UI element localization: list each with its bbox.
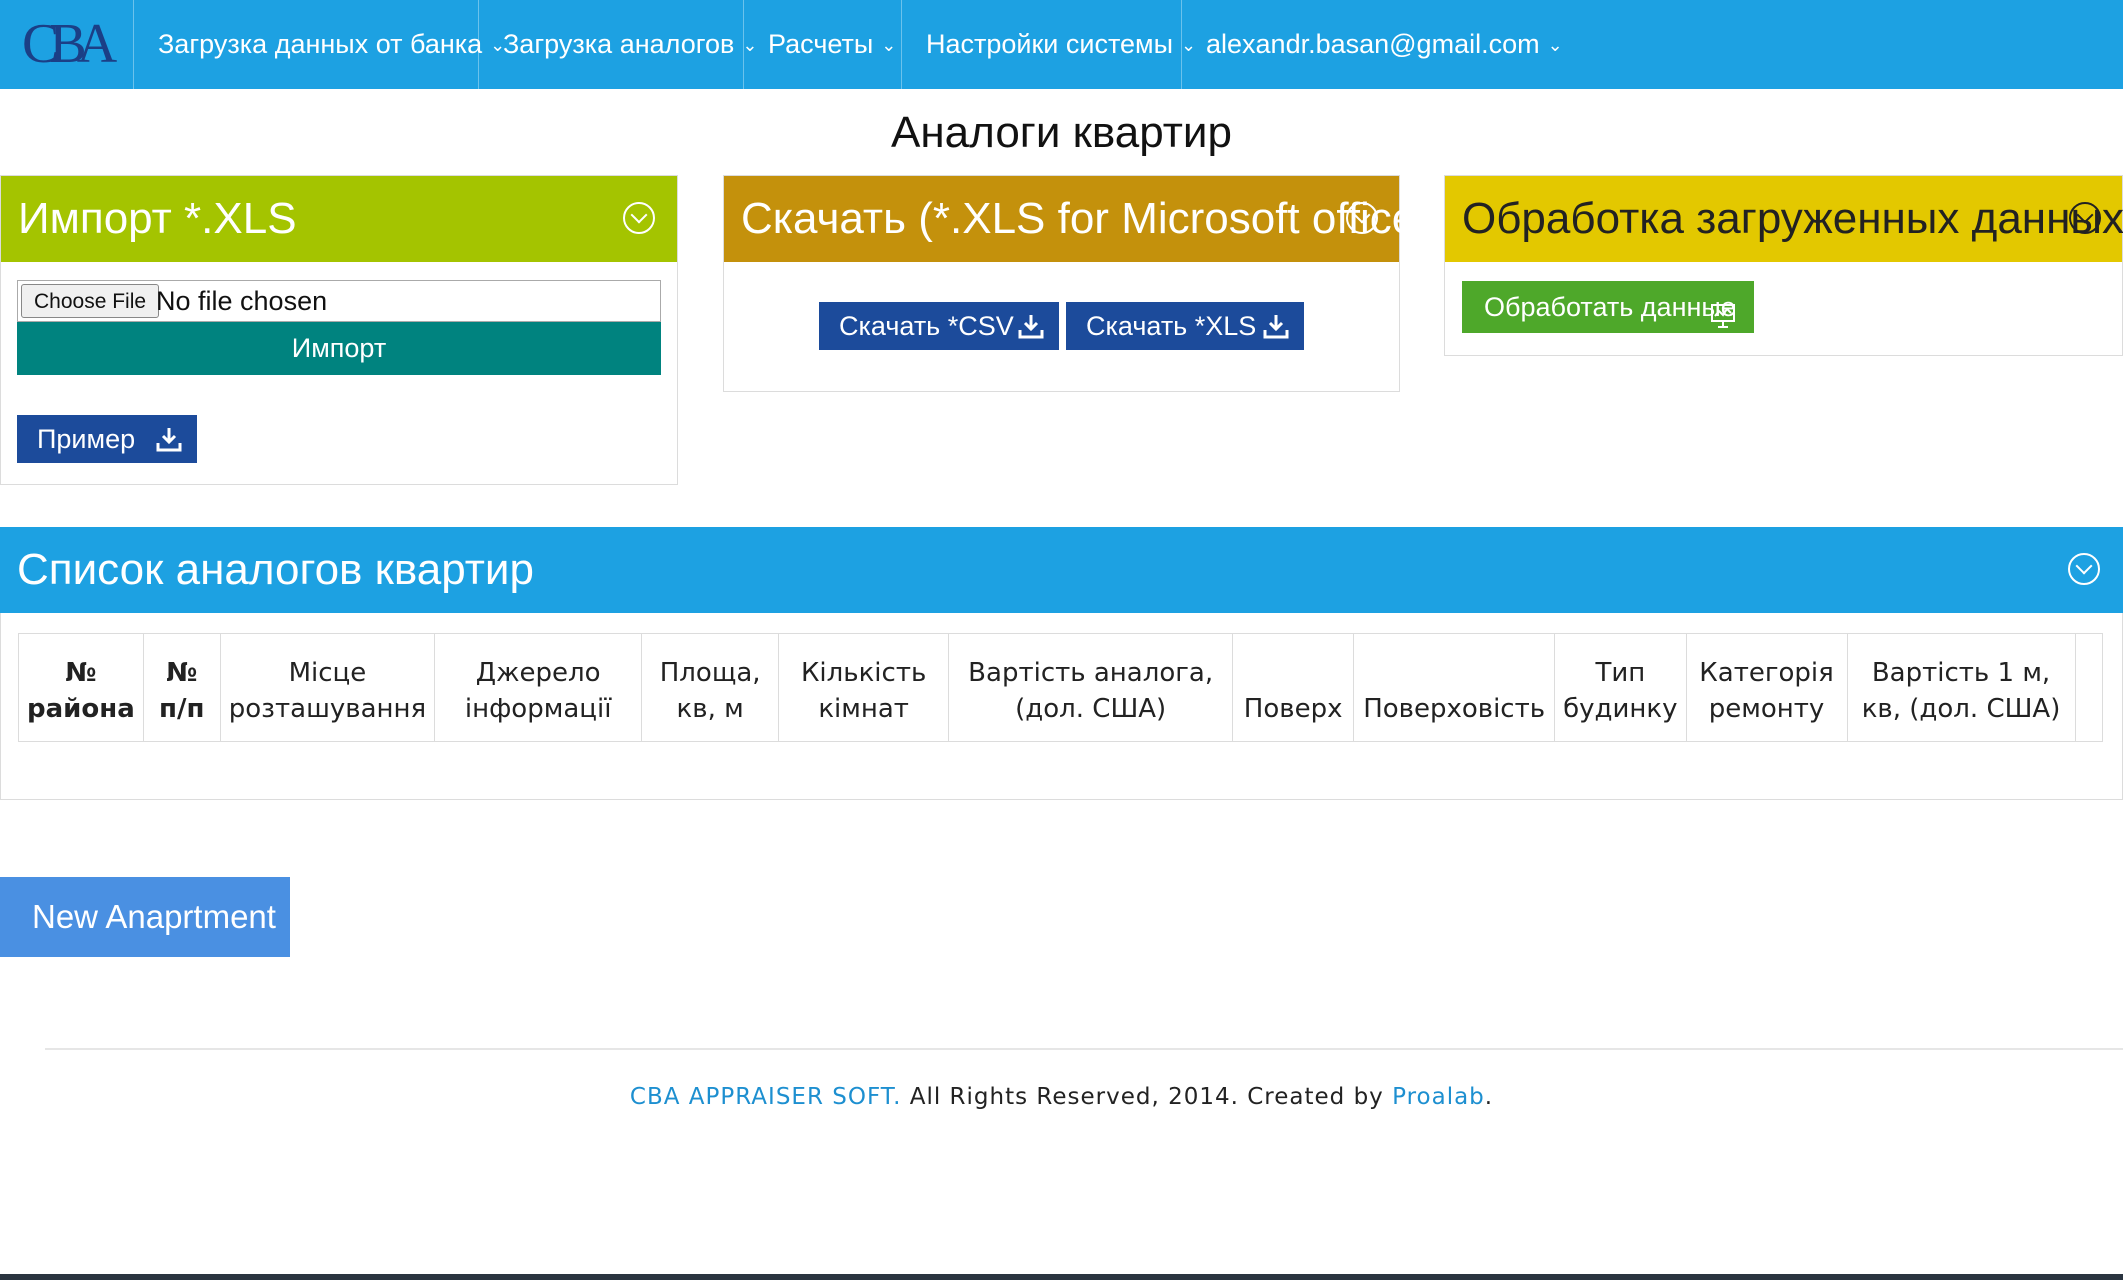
- nav-user-account[interactable]: alexandr.basan@gmail.com ⌄: [1181, 0, 1587, 89]
- download-panel-title: Скачать (*.XLS for Microsoft office): [741, 194, 1431, 243]
- nav-label: Настройки системы: [926, 29, 1174, 59]
- download-xls-button[interactable]: Скачать *XLS: [1066, 302, 1304, 350]
- header-line1: Тип: [1595, 658, 1646, 688]
- nav-label: Загрузка данных от банка: [158, 29, 483, 59]
- header-line1: Кількість: [800, 658, 927, 688]
- analogs-table: № района № п/п Місце розташування Джерело ін…: [18, 633, 2103, 742]
- download-panel: Скачать (*.XLS for Microsoft office): [723, 175, 1431, 392]
- column-header[interactable]: № п/п: [142, 633, 221, 742]
- header-line1: Вартість 1 м,: [1871, 658, 2051, 688]
- collapse-chevron-icon[interactable]: [1346, 202, 1378, 234]
- choose-file-button[interactable]: Choose File: [21, 284, 160, 318]
- footer-brand-link[interactable]: CBA APPRAISER SOFT.: [630, 1084, 902, 1110]
- nav-label: Расчеты: [768, 29, 874, 59]
- download-panel-header[interactable]: Скачать (*.XLS for Microsoft office): [724, 176, 1431, 262]
- nav-calculations[interactable]: Расчеты ⌄: [743, 0, 920, 89]
- download-csv-button[interactable]: Скачать *CSV: [819, 302, 1059, 350]
- nav-bank-data-upload[interactable]: Загрузка данных от банка ⌄: [133, 0, 529, 89]
- column-header[interactable]: Категорія ремонту: [1685, 633, 1848, 742]
- download-icon: [1262, 312, 1290, 340]
- logo-text: CBA: [22, 13, 117, 75]
- nav-label: Загрузка аналогов: [503, 29, 735, 59]
- process-data-button[interactable]: Обработать данные: [1462, 281, 1754, 333]
- chevron-down-icon: ⌄: [881, 35, 897, 56]
- column-header[interactable]: № района: [18, 633, 144, 742]
- new-apartment-button[interactable]: New Anaprtment: [0, 877, 290, 957]
- header-line2: кв, м: [676, 694, 744, 724]
- header-line2: Поверх: [1243, 694, 1343, 724]
- header-line1: Джерело: [475, 658, 601, 688]
- example-download-button[interactable]: Пример: [17, 415, 197, 463]
- header-line2: розташування: [228, 694, 427, 724]
- header-line1: Площа,: [659, 658, 761, 688]
- collapse-chevron-icon[interactable]: [2069, 202, 2101, 234]
- analogs-list-title: Список аналогов квартир: [17, 545, 534, 594]
- header-line1: Вартість аналога,: [968, 658, 1214, 688]
- footer: CBA APPRAISER SOFT. All Rights Reserved,…: [0, 1084, 2123, 1110]
- page-title: Аналоги квартир: [891, 108, 1232, 157]
- download-icon: [155, 425, 183, 453]
- footer-text: All Rights Reserved, 2014. Created by: [901, 1084, 1393, 1110]
- import-panel-title: Импорт *.XLS: [18, 194, 297, 243]
- header-line2: інформації: [464, 694, 612, 724]
- process-button-label: Обработать данные: [1484, 292, 1736, 322]
- csv-button-label: Скачать *CSV: [839, 311, 1014, 341]
- column-header[interactable]: Вартість аналога, (дол. США): [948, 633, 1234, 742]
- file-status-text: No file chosen: [156, 286, 328, 316]
- column-header[interactable]: Місце розташування: [219, 633, 436, 742]
- column-header[interactable]: Джерело інформації: [434, 633, 643, 742]
- chart-presentation-icon: [1710, 294, 1736, 346]
- header-line2: п/п: [159, 694, 205, 724]
- import-button[interactable]: Импорт: [17, 322, 661, 375]
- header-line1: №: [65, 658, 97, 688]
- top-navbar: CBA Загрузка данных от банка ⌄ Загрузка а…: [0, 0, 2123, 89]
- header-line2: будинку: [1563, 694, 1678, 724]
- header-line1: Категорія: [1699, 658, 1834, 688]
- header-line1: Місце: [288, 658, 367, 688]
- process-panel-header[interactable]: Обработка загруженных данных: [1445, 176, 2123, 262]
- table-header-row: № района № п/п Місце розташування Джерело ін…: [18, 633, 2103, 742]
- column-header[interactable]: Вартість 1 м, кв, (дол. США): [1846, 633, 2076, 742]
- analogs-list-body: № района № п/п Місце розташування Джерело ін…: [0, 613, 2123, 800]
- column-header-actions: [2074, 633, 2103, 742]
- header-line2: (дол. США): [1015, 694, 1167, 724]
- column-header[interactable]: Площа, кв, м: [641, 633, 780, 742]
- header-line2: кв, (дол. США): [1861, 694, 2061, 724]
- process-panel-title: Обработка загруженных данных: [1462, 194, 2123, 243]
- footer-divider: [45, 1048, 2123, 1050]
- example-button-label: Пример: [37, 424, 136, 454]
- analogs-list-header[interactable]: Список аналогов квартир: [0, 527, 2123, 613]
- header-line1: №: [166, 658, 198, 688]
- collapse-chevron-icon[interactable]: [2068, 553, 2100, 585]
- column-header[interactable]: Поверх: [1232, 633, 1355, 742]
- header-line2: Поверховість: [1363, 694, 1546, 724]
- header-line2: района: [27, 694, 135, 724]
- file-input[interactable]: Choose File No file chosen: [17, 280, 661, 322]
- column-header[interactable]: Поверховість: [1353, 633, 1556, 742]
- nav-system-settings[interactable]: Настройки системы ⌄: [901, 0, 1220, 89]
- download-icon: [1017, 312, 1045, 340]
- footer-author-link[interactable]: Proalab: [1392, 1084, 1485, 1110]
- column-header[interactable]: Тип будинку: [1554, 633, 1687, 742]
- xls-button-label: Скачать *XLS: [1086, 311, 1257, 341]
- column-header[interactable]: Кількість кімнат: [778, 633, 950, 742]
- header-line2: ремонту: [1708, 694, 1825, 724]
- bottom-edge-strip: [0, 1274, 2123, 1280]
- import-panel-header[interactable]: Импорт *.XLS: [1, 176, 677, 262]
- collapse-chevron-icon[interactable]: [623, 202, 655, 234]
- header-line2: кімнат: [818, 694, 909, 724]
- cba-logo[interactable]: CBA: [22, 12, 117, 76]
- footer-end: .: [1484, 1084, 1494, 1110]
- nav-label: alexandr.basan@gmail.com: [1206, 29, 1540, 59]
- chevron-down-icon: ⌄: [1547, 35, 1563, 56]
- nav-analogs-upload[interactable]: Загрузка аналогов ⌄: [478, 0, 781, 89]
